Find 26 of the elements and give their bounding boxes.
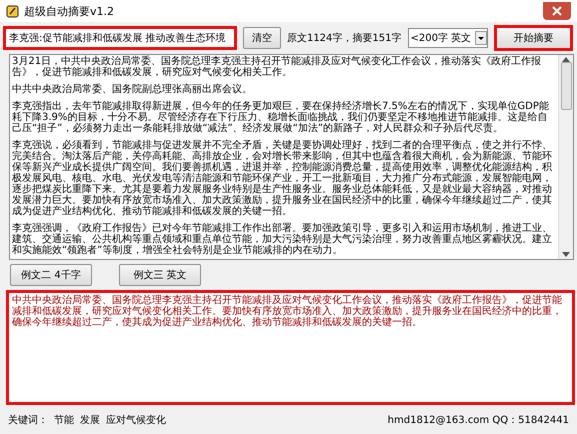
close-button[interactable] <box>543 2 571 20</box>
scrollbar[interactable] <box>558 55 573 259</box>
character-count: 原文1124字，摘要151字 <box>286 32 402 45</box>
start-summary-button[interactable]: 开始摘要 <box>494 25 573 51</box>
article-text-area[interactable] <box>9 54 574 260</box>
scroll-down-icon[interactable] <box>562 252 570 257</box>
article-paragraph: 中共中央政治局常委、国务院副总理张高丽出席会议。 <box>12 84 253 95</box>
article-paragraph: 李克强强调，《政府工作报告》已对今年节能减排工作作出部署。要加强政策引导，更多引入和运用市场机制，推进工业、建筑、交通运输、公共机构等重点领域和重点单位节能，加大污染特别是大气污染治理，努力改善重点地区雾霾状况。建立和实施能效“领跑者”等制度，增强全社会特别是企业节能减排的内在动力。 <box>12 223 553 256</box>
summary-text: 中共中央政治局常委、国务院总理李克强主持召开节能减排及应对气候变化工作会议，推动落实《政府工作报告》，促进节能减排和低碳发展，研究应对气候变化相关工作。要加快有序放宽市场准入、加大政策激励，提升服务业在国民经济中的比重，确保今年继续超过二产，使其成为促进产业结构优化、推动节能减排和低碳发展的关键一招。 <box>6 290 575 405</box>
keyword: 应对气候变化 <box>106 414 166 426</box>
clear-button[interactable]: 清空 <box>242 27 281 49</box>
article-paragraph: 李克强说，必须看到，节能减排与促进发展并不完全矛盾，关键是要协调处理好，找到二者的合理平衡点，使之并行不悖、完美结合。淘汰落后产能，关停高耗能、高排放企业，会对增长带来影响，但其中也蕴含着很大商机，会为新能源、节能环保等新兴产业成长提供广阔空间。我们要善抓机遇，进退并举，控制能源消费总量，提高使用效率，调整优化能源结构，积极发展风电、核电、水电、光伏发电等清洁能源和节能环保产业，开工一批新项目，大力推广分布式能源，发展智能电网，逐步把煤炭比重降下来。尤其是要着力发展服务业特别是生产性服务业。服务业总体能耗低，又是就业最大容纳器，对推动发展潜力巨大。要加快有序放宽市场准入、加大政策激励，提升服务业在国民经济中的比重，确保今年继续超过二产，使其成为促进产业结构优化、推动节能减排和低碳发展的关键一招。 <box>12 140 553 217</box>
keyword: 发展 <box>80 414 100 426</box>
article-paragraph: 李克强指出，去年节能减排取得新进展，但今年的任务更加艰巨，要在保持经济增长7.5%左右的情况下，实现单位GDP能耗下降3.9%的目标，十分不易。尽管经济存在下行压力、稳增长面临挑战，我们仍要坚定不移地推进节能减排。这是给自己压“担子”，必须努力走出一条能耗排放做“减法”、经济发展做“加法”的新路子，对人民群众和子孙后代尽责。 <box>12 101 550 134</box>
keyword: 节能 <box>54 414 74 426</box>
close-icon <box>552 6 562 16</box>
example-button[interactable]: 例文二 4千字 <box>10 264 92 286</box>
notepad-icon <box>6 4 19 18</box>
length-select[interactable]: <200字 英文 <box>408 28 488 48</box>
keywords-label: 关键词： <box>8 414 48 426</box>
article-paragraph: 3月21日，中共中央政治局常委、国务院总理李克强主持召开节能减排及应对气候变化工作会议，推动落实《政府工作报告》，促进节能减排和低碳发展，研究应对气候变化相关工作。 <box>12 56 542 78</box>
scroll-thumb[interactable] <box>560 62 572 110</box>
contact-info: hmd1812@163.com QQ：51842441 <box>388 414 569 426</box>
example-button[interactable]: 例文三 英文 <box>119 264 201 286</box>
window-title: 超级自动摘要v1.2 <box>24 4 116 18</box>
title-field[interactable]: 李克强:促节能减排和低碳发展 推动改善生态环境 <box>3 26 237 50</box>
